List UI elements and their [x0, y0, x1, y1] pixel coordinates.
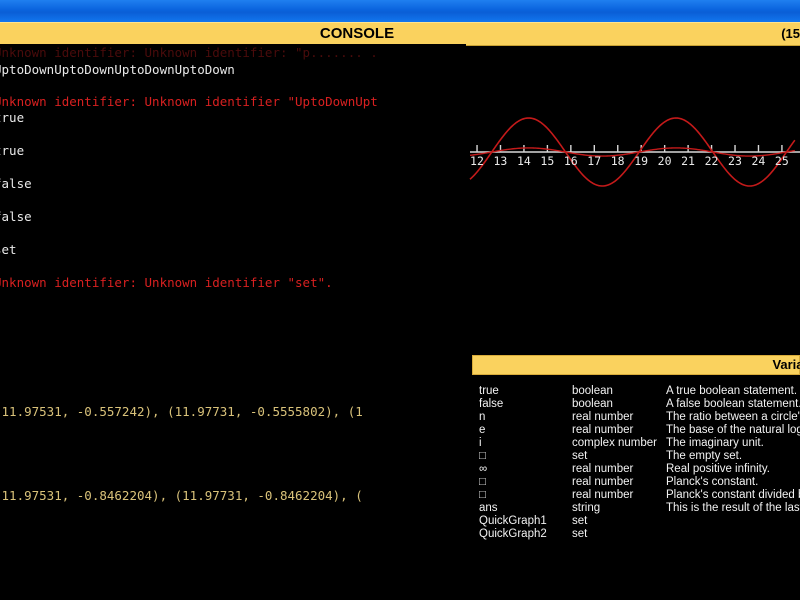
variables-cell-name: QuickGraph1 — [479, 515, 547, 527]
console-line: set — [0, 242, 17, 257]
table-row[interactable]: e real number The base of the natural loga… — [466, 424, 800, 437]
variables-cell-name: false — [479, 398, 504, 410]
variables-cell-desc: Planck's constant divided by 2π — [666, 489, 800, 501]
table-row[interactable]: i complex number The imaginary unit. — [466, 437, 800, 450]
variables-cell-type: real number — [572, 424, 634, 436]
window-titlebar[interactable] — [0, 0, 800, 23]
console-line: Unknown identifier: Unknown identifier "… — [0, 94, 378, 109]
variables-cell-name: ∞ — [479, 463, 488, 475]
graph-tick-label: 15 — [540, 154, 555, 168]
quick-graph[interactable]: 12 13 14 15 16 17 18 19 20 21 22 23 24 25 — [466, 110, 800, 188]
variables-cell-name: i — [479, 437, 482, 449]
console-line: Unknown identifier: Unknown identifier: … — [0, 45, 378, 60]
variables-cell-type: boolean — [572, 398, 613, 410]
variables-cell-desc: Planck's constant. — [666, 476, 759, 488]
graph-tick-label: 16 — [563, 154, 578, 168]
variables-cell-type: boolean — [572, 385, 613, 397]
variables-cell-desc: The ratio between a circle's cir — [666, 411, 800, 423]
console-line: true — [0, 143, 25, 158]
table-row[interactable]: □ real number Planck's constant divided by… — [466, 489, 800, 502]
table-row[interactable]: QuickGraph1 set — [466, 515, 800, 528]
console-line: true — [0, 110, 25, 125]
table-row[interactable]: ∞ real number Real positive infinity. — [466, 463, 800, 476]
variables-cell-type: real number — [572, 489, 634, 501]
variables-cell-desc: A true boolean statement. — [666, 385, 798, 397]
variables-cell-desc: A false boolean statement. — [666, 398, 800, 410]
variables-cell-type: set — [572, 528, 588, 540]
graph-tick-label: 17 — [587, 154, 602, 168]
graph-tick-label: 19 — [634, 154, 649, 168]
console-title: CONSOLE — [319, 25, 395, 42]
graph-tick-label: 25 — [774, 154, 789, 168]
variables-cell-name: QuickGraph2 — [479, 528, 547, 540]
table-row[interactable]: □ set The empty set. — [466, 450, 800, 463]
table-row[interactable]: ans string This is the result of the last … — [466, 502, 800, 515]
graph-svg — [469, 117, 800, 187]
graph-tick-label: 12 — [470, 154, 484, 168]
variables-cell-type: set — [572, 515, 588, 527]
console-line: false — [0, 209, 32, 224]
graph-tick-label: 14 — [516, 154, 531, 168]
variables-cell-name: ans — [479, 502, 498, 514]
console-title-highlight: CONSOLE — [309, 24, 405, 44]
variables-cell-name: □ — [479, 450, 486, 462]
graph-tick-label: 13 — [493, 154, 508, 168]
table-row[interactable]: false boolean A false boolean statement. — [466, 398, 800, 411]
graph-tick-label: 20 — [657, 154, 672, 168]
application-window: CONSOLE (15 Unknown identifier: Unknown … — [0, 0, 800, 600]
variables-cell-desc: The base of the natural logarit — [666, 424, 800, 436]
variables-cell-name: n — [479, 411, 486, 423]
variables-panel: Variables true boolean A true boolean stat… — [466, 352, 800, 562]
console-counter: (15 — [781, 26, 800, 41]
console-line: (11.97531, -0.557242), (11.97731, -0.555… — [0, 404, 363, 419]
variables-cell-name: true — [479, 385, 499, 397]
variables-cell-type: set — [572, 450, 588, 462]
graph-tick-label: 18 — [610, 154, 625, 168]
variables-cell-type: complex number — [572, 437, 658, 449]
variables-panel-title: Variables — [772, 357, 800, 372]
variables-cell-name: □ — [479, 489, 486, 501]
graph-tick-label: 21 — [681, 154, 695, 168]
variables-cell-name: e — [479, 424, 486, 436]
variables-cell-type: real number — [572, 463, 634, 475]
console-output[interactable]: Unknown identifier: Unknown identifier: … — [0, 44, 466, 600]
variables-panel-header: Variables — [472, 355, 800, 375]
variables-cell-type: real number — [572, 411, 634, 423]
graph-tick-label: 24 — [751, 154, 766, 168]
graph-tick-label: 22 — [704, 154, 719, 168]
variables-cell-type: string — [572, 502, 601, 514]
console-line: Unknown identifier: Unknown identifier "… — [0, 275, 333, 290]
console-line: (11.97531, -0.8462204), (11.97731, -0.84… — [0, 488, 363, 503]
table-row[interactable]: □ real number Planck's constant. — [466, 476, 800, 489]
table-row[interactable]: QuickGraph2 set — [466, 528, 800, 541]
console-header-bar: CONSOLE (15 — [0, 22, 800, 46]
table-row[interactable]: n real number The ratio between a circle's… — [466, 411, 800, 424]
variables-cell-name: □ — [479, 476, 486, 488]
variables-cell-type: real number — [572, 476, 634, 488]
console-line: UptoDownUptoDownUptoDownUptoDown — [0, 62, 235, 77]
variables-cell-desc: This is the result of the last co — [666, 502, 800, 514]
console-line: false — [0, 176, 32, 191]
variables-table[interactable]: true boolean A true boolean statement. fals… — [466, 385, 800, 541]
variables-cell-desc: The imaginary unit. — [666, 437, 764, 449]
variables-cell-desc: The empty set. — [666, 450, 743, 462]
table-row[interactable]: true boolean A true boolean statement. — [466, 385, 800, 398]
graph-tick-label: 23 — [728, 154, 742, 168]
variables-cell-desc: Real positive infinity. — [666, 463, 770, 475]
